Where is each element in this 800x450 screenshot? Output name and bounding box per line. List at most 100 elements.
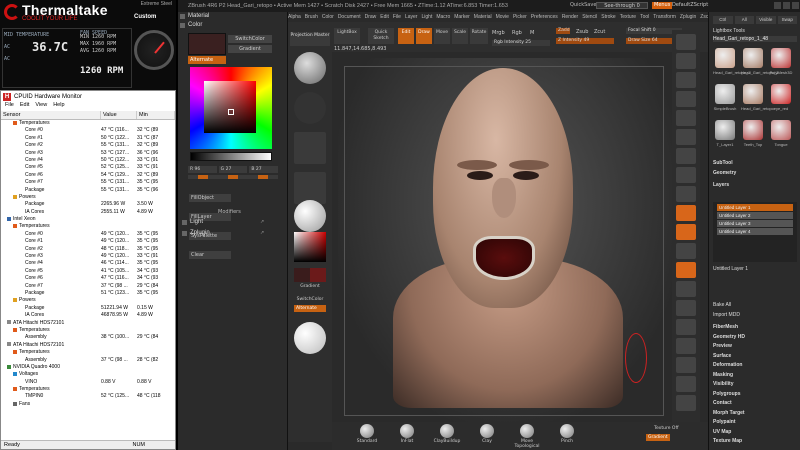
polyf-icon[interactable] [676, 319, 696, 335]
xpose-icon[interactable] [676, 395, 696, 411]
table-row[interactable]: Assembly 37 °C (98 ... 28 °C (82 [1, 357, 175, 364]
table-row[interactable]: Fans [1, 401, 175, 408]
menu-macro[interactable]: Macro [436, 12, 450, 22]
table-row[interactable]: Assembly 38 °C (100... 29 °C (84 [1, 334, 175, 341]
alpha-icon[interactable] [294, 132, 326, 164]
scroll-icon[interactable] [676, 72, 696, 88]
menu-tool[interactable]: Tool [640, 12, 649, 22]
m-toggle[interactable]: M [530, 30, 534, 36]
scale-mode-button[interactable]: Scale [452, 28, 468, 44]
menu-render[interactable]: Render [562, 12, 578, 22]
rotate-mode-button[interactable]: Rotate [470, 28, 488, 44]
table-row[interactable]: Temperatures [1, 327, 175, 334]
filter-swap[interactable]: Swap [777, 16, 797, 24]
table-row[interactable]: Core #7 37 °C (98 ... 29 °C (84 [1, 283, 175, 290]
table-row[interactable]: Core #6 47 °C (116... 34 °C (93 [1, 275, 175, 282]
floor-icon[interactable] [676, 167, 696, 183]
brush-move-topological[interactable]: Move Topological [512, 424, 542, 449]
edit-mode-button[interactable]: Edit [398, 28, 414, 44]
menu-color[interactable]: Color [322, 12, 334, 22]
tool-thumbnail[interactable] [771, 84, 791, 104]
rgb-intensity-slider[interactable]: Rgb Intensity 25 [492, 40, 550, 46]
table-row[interactable]: Powers [1, 297, 175, 304]
layer-item[interactable]: Untitled Layer 1 [717, 204, 793, 211]
fill-object-button[interactable]: FillObject [189, 194, 231, 202]
switch-color-button[interactable]: SwitchColor [228, 35, 272, 43]
tool-thumbnail[interactable] [743, 48, 763, 68]
matcap-sphere-icon[interactable] [294, 322, 326, 354]
stroke-dots-icon[interactable] [294, 92, 326, 124]
section-visibility[interactable]: Visibility [713, 381, 797, 387]
color-picker-square[interactable] [204, 81, 256, 133]
column-sensor[interactable]: Sensor [1, 111, 101, 119]
table-row[interactable]: Core #4 46 °C (114... 35 °C (95 [1, 260, 175, 267]
zsub-button[interactable]: Zsub [576, 29, 588, 35]
blue-slider-knob[interactable] [258, 175, 268, 179]
red-field[interactable]: R 96 [188, 166, 217, 173]
shelf-main-color[interactable] [294, 268, 310, 282]
brush-pinch[interactable]: Pinch [552, 424, 582, 444]
texture-off-label[interactable]: Texture Off [654, 426, 679, 431]
table-row[interactable]: Temperatures [1, 386, 175, 393]
solo-icon[interactable] [676, 376, 696, 392]
minimize-icon[interactable] [774, 2, 781, 9]
quick-sketch-button[interactable]: Quick Sketch [368, 28, 394, 44]
table-row[interactable]: Package 55 °C (131... 35 °C (96 [1, 187, 175, 194]
clear-button[interactable]: Clear [189, 251, 231, 259]
material-sphere-icon[interactable] [294, 200, 326, 232]
color-picker-wheel[interactable] [190, 67, 272, 149]
tool-thumbnail[interactable] [715, 48, 735, 68]
shelf-alternate-button[interactable]: Alternate [294, 305, 326, 312]
spix-icon[interactable] [676, 53, 696, 69]
brush-icon[interactable] [294, 52, 326, 84]
filter-visible[interactable]: Visible [756, 16, 776, 24]
section-morph-target[interactable]: Morph Target [713, 410, 797, 416]
section-fibermesh[interactable]: FiberMesh [713, 324, 797, 330]
table-row[interactable]: ATA Hitachi HDS72101 [1, 320, 175, 327]
default-zscript-button[interactable]: DefaultZScript [672, 2, 708, 9]
table-row[interactable]: Core #7 55 °C (131... 35 °C (95 [1, 179, 175, 186]
section-texture-map[interactable]: Texture Map [713, 438, 797, 444]
tool-thumbnail[interactable] [743, 120, 763, 140]
zadd-button[interactable]: Zadd [556, 28, 570, 34]
table-row[interactable]: Package 51221.94 W 0.15 W [1, 305, 175, 312]
menu-help[interactable]: Help [53, 102, 64, 110]
move-mode-button[interactable]: Move [434, 28, 450, 44]
popout-icon[interactable]: ↗ [260, 219, 264, 225]
table-row[interactable]: Core #0 49 °C (120... 35 °C (95 [1, 231, 175, 238]
green-field[interactable]: G 27 [218, 166, 248, 173]
ghost-icon[interactable] [676, 357, 696, 373]
gradient-button[interactable]: Gradient [228, 45, 272, 53]
projection-master-button[interactable]: Projection Master [290, 32, 330, 46]
red-slider-knob[interactable] [198, 175, 208, 179]
modifiers-header[interactable]: Modifiers [218, 209, 241, 215]
table-row[interactable]: Powers [1, 194, 175, 201]
menu-layer[interactable]: Layer [405, 12, 418, 22]
layer-item[interactable]: Untitled Layer 3 [717, 220, 793, 227]
menu-document[interactable]: Document [338, 12, 361, 22]
table-row[interactable]: Temperatures [1, 120, 175, 127]
aahalf-icon[interactable] [676, 129, 696, 145]
menu-file[interactable]: File [393, 12, 401, 22]
filter-all[interactable]: All [734, 16, 754, 24]
table-row[interactable]: TMPIN0 52 °C (125... 48 °C (118 [1, 393, 175, 400]
bake-all-button[interactable]: Bake All [713, 302, 797, 308]
shelf-gradient-label[interactable]: Gradient [294, 284, 326, 289]
bpr-icon[interactable] [676, 34, 696, 50]
tool-thumbnail[interactable] [771, 120, 791, 140]
color-picker-cursor[interactable] [228, 109, 234, 115]
table-row[interactable]: Core #5 41 °C (105... 34 °C (93 [1, 268, 175, 275]
tool-thumbnail[interactable] [715, 84, 735, 104]
geometry-section[interactable]: Geometry [713, 170, 797, 176]
table-row[interactable]: Core #5 52 °C (125... 33 °C (91 [1, 164, 175, 171]
brush-clay[interactable]: Clay [472, 424, 502, 444]
brush-claybuildup[interactable]: ClayBuildup [432, 424, 462, 444]
layer-item[interactable]: Untitled Layer 4 [717, 228, 793, 235]
table-row[interactable]: Core #3 49 °C (120... 33 °C (91 [1, 253, 175, 260]
menu-stencil[interactable]: Stencil [582, 12, 597, 22]
column-value[interactable]: Value [101, 111, 137, 119]
table-row[interactable]: Intel Xeon [1, 216, 175, 223]
grayscale-bar[interactable] [190, 152, 272, 161]
section-uv-map[interactable]: UV Map [713, 429, 797, 435]
menu-material[interactable]: Material [474, 12, 492, 22]
